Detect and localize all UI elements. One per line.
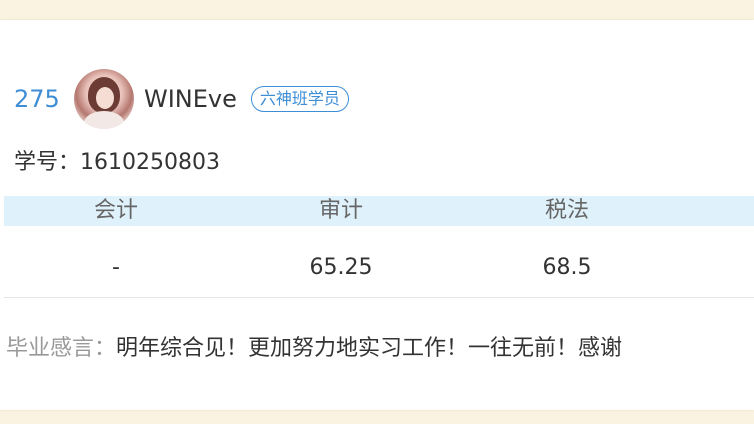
avatar[interactable] (74, 69, 134, 129)
score-values-row: - 65.25 68.5 (4, 250, 754, 290)
score-tax-law: 68.5 (542, 255, 592, 280)
message-text: 明年综合见！更加努力地实习工作！一往无前！感谢 (116, 336, 623, 361)
header-accounting: 会计 (93, 198, 138, 223)
username[interactable]: WINEve (144, 85, 237, 113)
header-tax-law: 税法 (544, 198, 589, 223)
student-card: 275 WINEve 六神班学员 学号：1610250803 会计 审计 税法 … (0, 20, 754, 410)
rank-number: 275 (14, 85, 60, 113)
divider (4, 297, 754, 298)
student-id-label: 学号： (14, 150, 81, 175)
message-label: 毕业感言： (6, 336, 117, 361)
avatar-face (96, 87, 114, 109)
student-id-value: 1610250803 (80, 150, 220, 175)
user-row: 275 WINEve 六神班学员 (14, 68, 349, 130)
student-id-row: 学号：1610250803 (14, 144, 220, 176)
score-header-row: 会计 审计 税法 (4, 196, 754, 226)
graduation-message: 毕业感言：明年综合见！更加努力地实习工作！一往无前！感谢 (6, 330, 622, 362)
score-accounting: - (112, 255, 120, 280)
avatar-body (84, 111, 124, 129)
score-audit: 65.25 (309, 255, 373, 280)
header-audit: 审计 (318, 198, 363, 223)
class-badge: 六神班学员 (250, 86, 349, 112)
